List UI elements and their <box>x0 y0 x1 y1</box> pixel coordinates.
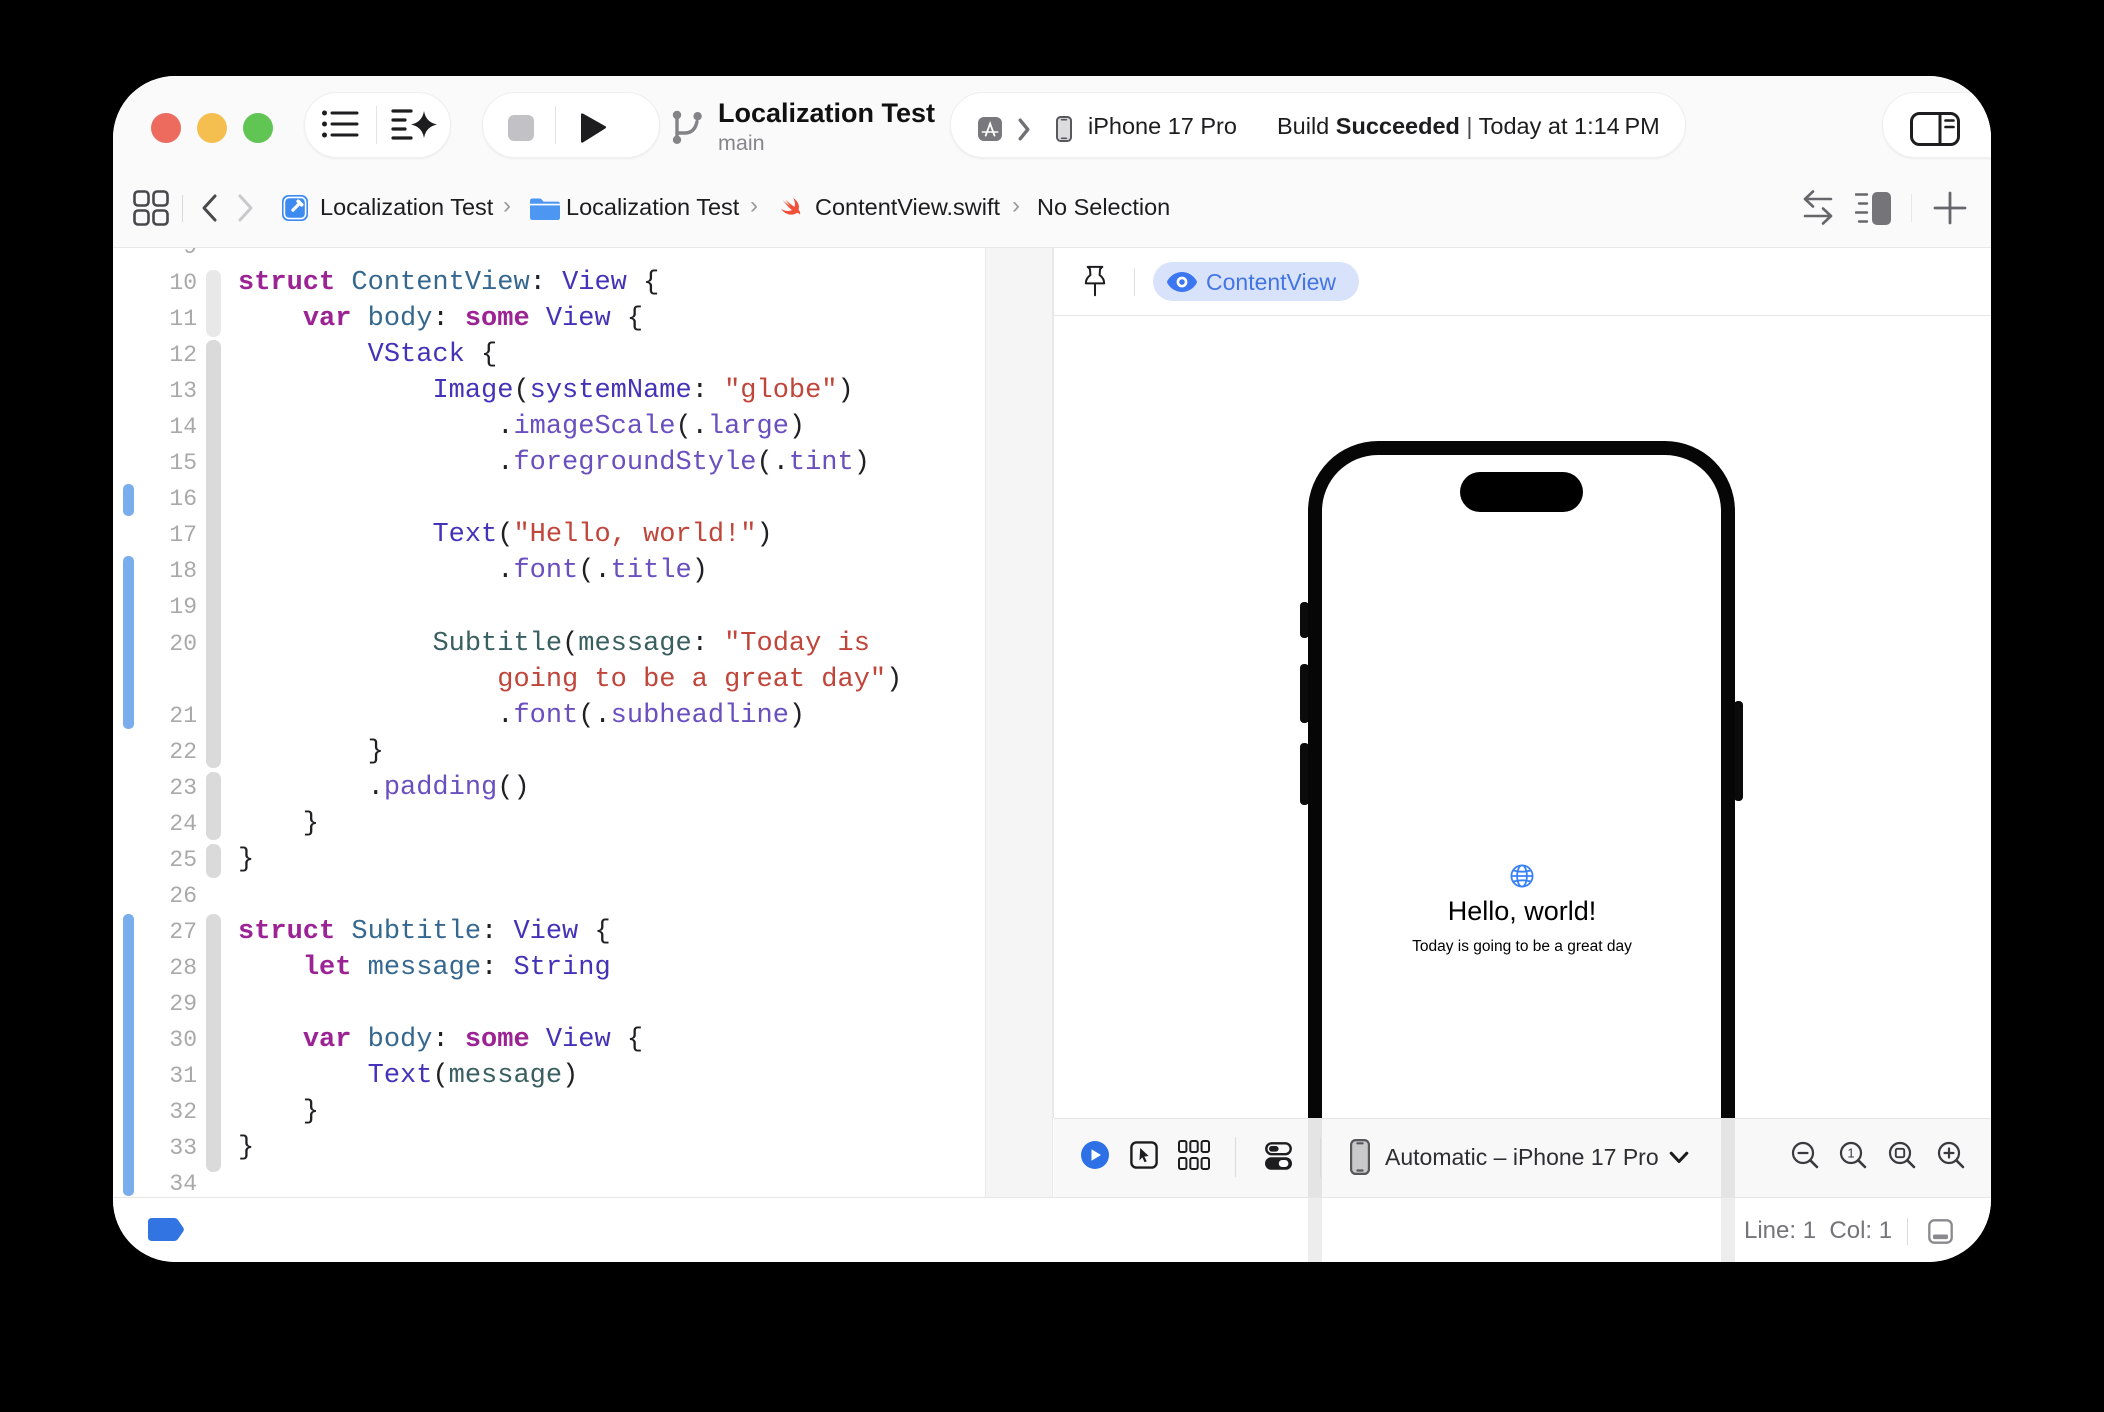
svg-text:1: 1 <box>1847 1146 1854 1161</box>
